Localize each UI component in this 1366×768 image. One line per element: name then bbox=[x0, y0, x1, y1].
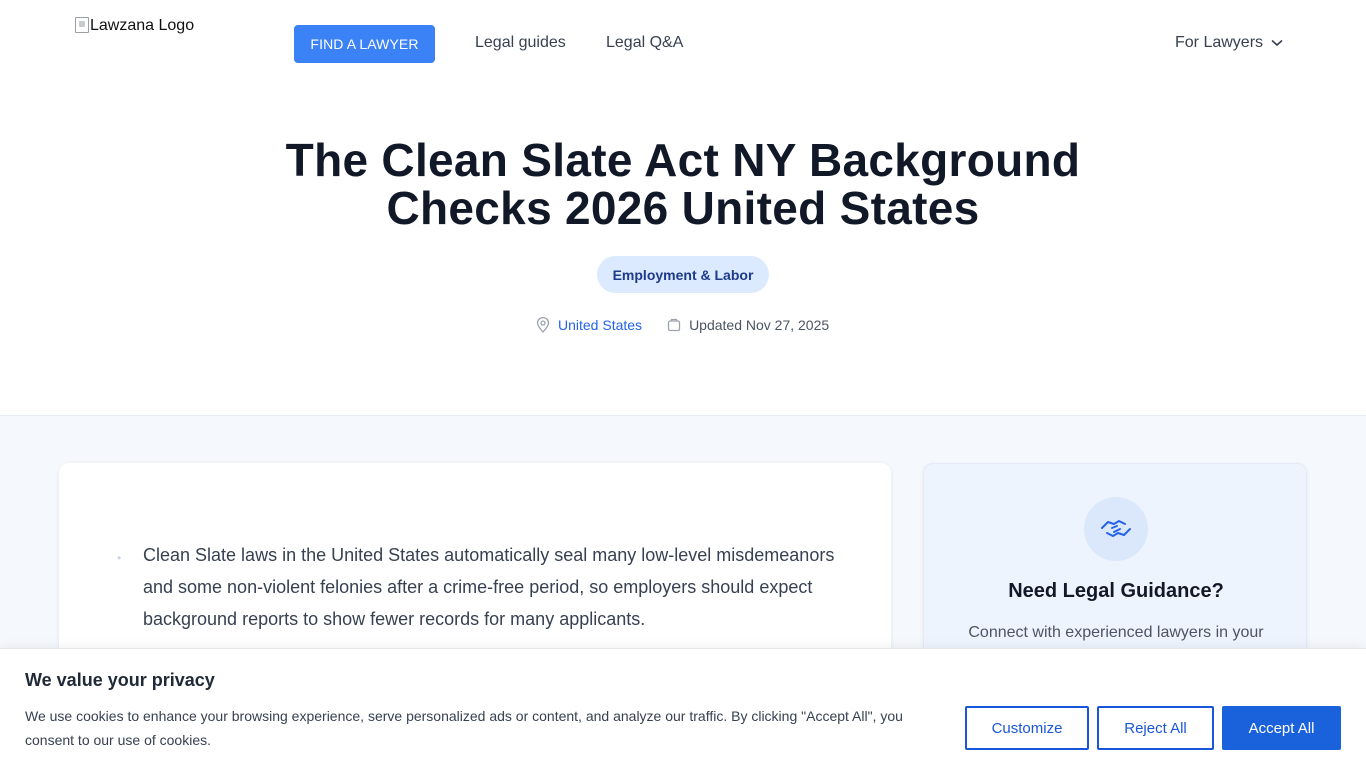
handshake-icon-circle bbox=[1084, 497, 1148, 561]
page-title: The Clean Slate Act NY Background Checks… bbox=[285, 134, 1081, 234]
cookie-text: We use cookies to enhance your browsing … bbox=[25, 708, 903, 748]
accept-all-button[interactable]: Accept All bbox=[1222, 706, 1341, 750]
article-bullet-text: Clean Slate laws in the United States au… bbox=[143, 545, 835, 629]
reject-all-button[interactable]: Reject All bbox=[1097, 706, 1214, 750]
chevron-down-icon bbox=[1271, 39, 1283, 47]
for-lawyers-label: For Lawyers bbox=[1175, 34, 1264, 51]
hero-section: The Clean Slate Act NY Background Checks… bbox=[0, 88, 1366, 416]
clock-icon bbox=[667, 318, 681, 332]
legal-guidance-title: Need Legal Guidance? bbox=[1008, 580, 1224, 602]
handshake-icon bbox=[1101, 520, 1131, 537]
cookie-banner: We value your privacy We use cookies to … bbox=[0, 648, 1366, 768]
bullet-marker: • bbox=[117, 551, 122, 565]
nav-legal-guides[interactable]: Legal guides bbox=[475, 34, 566, 52]
site-header: Lawzana Logo FIND A LAWYER Legal guides … bbox=[0, 0, 1366, 88]
category-badge[interactable]: Employment & Labor bbox=[597, 256, 769, 293]
legal-guidance-text: Connect with experienced lawyers in your bbox=[968, 624, 1264, 641]
cookie-title: We value your privacy bbox=[25, 670, 215, 690]
customize-button[interactable]: Customize bbox=[965, 706, 1089, 750]
logo[interactable]: Lawzana Logo bbox=[75, 17, 194, 35]
location-pin-icon bbox=[536, 317, 550, 333]
location-link[interactable]: United States bbox=[558, 317, 642, 333]
logo-alt-text: Lawzana Logo bbox=[90, 17, 195, 34]
updated-date: Updated Nov 27, 2025 bbox=[689, 317, 830, 333]
find-a-lawyer-button[interactable]: FIND A LAWYER bbox=[294, 25, 435, 63]
broken-image-icon bbox=[75, 17, 89, 33]
nav-legal-qa[interactable]: Legal Q&A bbox=[606, 34, 683, 52]
article-meta: United States Updated Nov 27, 2025 bbox=[536, 317, 829, 333]
for-lawyers-dropdown[interactable]: For Lawyers bbox=[1175, 34, 1283, 52]
